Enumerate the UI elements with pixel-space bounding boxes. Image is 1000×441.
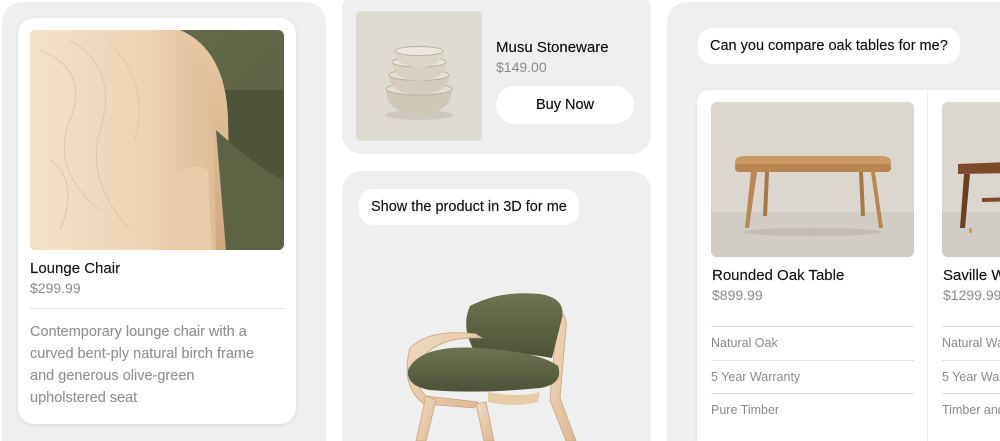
stoneware-image (356, 11, 482, 141)
product-showcase: Lounge Chair $299.99 Contemporary lounge… (0, 0, 1000, 441)
product-price: $899.99 (712, 287, 763, 303)
description-line: Contemporary lounge chair with a (30, 324, 247, 340)
divider (711, 393, 914, 394)
spec-material: Natural Oak (711, 336, 778, 350)
table-image (711, 102, 914, 257)
product-description: Contemporary lounge chair with a curved … (30, 321, 254, 409)
divider (942, 326, 1000, 327)
divider (711, 326, 914, 327)
spec-material: Natural Wa (942, 336, 1000, 350)
compare-carousel[interactable]: Rounded Oak Table $899.99 Natural Oak 5 … (697, 90, 1000, 441)
table-card[interactable]: Rounded Oak Table $899.99 Natural Oak 5 … (697, 90, 928, 441)
spec-warranty: 5 Year War (942, 370, 1000, 384)
description-line: upholstered seat (30, 390, 138, 406)
divider (30, 308, 284, 309)
spec-construction: Pure Timber (711, 403, 780, 417)
divider (711, 360, 914, 361)
product-title: Musu Stoneware (496, 39, 609, 56)
chat-message-bubble: Can you compare oak tables for me? (698, 28, 960, 64)
lounge-chair-3d-model[interactable] (390, 288, 590, 441)
buy-now-button[interactable]: Buy Now (496, 86, 634, 124)
product-title: Saville W (943, 267, 1000, 284)
product-price: $299.99 (30, 280, 81, 296)
spec-construction: Timber and (942, 403, 1000, 417)
lounge-chair-card[interactable]: Lounge Chair $299.99 Contemporary lounge… (18, 18, 296, 424)
divider (942, 360, 1000, 361)
chat-message-bubble: Show the product in 3D for me (359, 189, 579, 225)
product-title: Lounge Chair (30, 260, 121, 277)
product-price: $1299.99 (943, 287, 1000, 303)
product-price: $149.00 (496, 59, 547, 75)
table-image (942, 102, 1000, 257)
product-title: Rounded Oak Table (712, 267, 845, 284)
description-line: and generous olive-green (30, 368, 195, 384)
spec-warranty: 5 Year Warranty (711, 370, 801, 384)
lounge-chair-image (30, 30, 284, 250)
table-card[interactable]: Saville W $1299.99 Natural Wa 5 Year War… (929, 90, 1000, 441)
description-line: curved bent-ply natural birch frame (30, 346, 255, 362)
divider (942, 393, 1000, 394)
